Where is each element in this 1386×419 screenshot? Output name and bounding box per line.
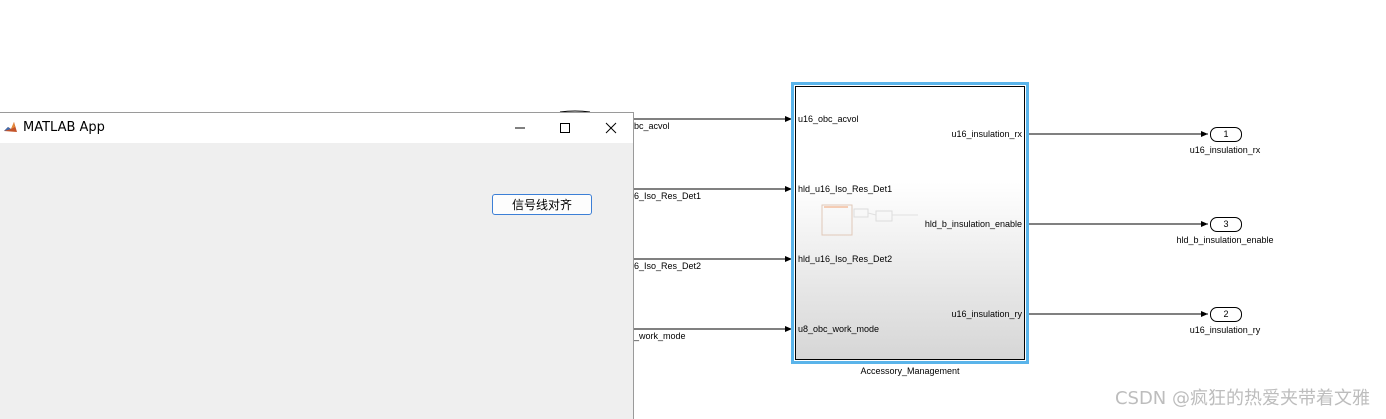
outport-block-3[interactable]: 3: [1210, 217, 1242, 232]
align-signal-lines-button[interactable]: 信号线对齐: [492, 194, 592, 215]
outport-block-1[interactable]: 1: [1210, 127, 1242, 142]
inport-label-2: hld_u16_Iso_Res_Det1: [798, 184, 893, 194]
inport-label-3: hld_u16_Iso_Res_Det2: [798, 254, 893, 264]
signal-label-in-1: bc_acvol: [634, 121, 670, 131]
close-icon: [605, 122, 617, 134]
outport-label-2: hld_b_insulation_enable: [924, 219, 1022, 229]
outport-name-1: u16_insulation_rx: [1189, 145, 1261, 155]
signal-label-in-2: 6_Iso_Res_Det1: [634, 191, 702, 201]
watermark: CSDN @疯狂的热爱夹带着文雅: [1114, 388, 1370, 409]
outport-block-2[interactable]: 2: [1210, 307, 1242, 322]
minimize-button[interactable]: [497, 113, 543, 143]
outport-label-3: u16_insulation_ry: [951, 309, 1022, 319]
signal-label-in-3: 6_Iso_Res_Det2: [634, 261, 702, 271]
maximize-icon: [560, 123, 570, 133]
subsystem-thumbnail-icon: [821, 204, 918, 236]
outport-label-1: u16_insulation_rx: [951, 129, 1022, 139]
subsystem-name: Accessory_Management: [860, 366, 960, 376]
window-titlebar[interactable]: MATLAB App: [0, 113, 633, 143]
matlab-app-window[interactable]: MATLAB App 信号线对齐: [0, 112, 634, 419]
outport-name-3: hld_b_insulation_enable: [1176, 235, 1274, 245]
matlab-logo-icon: [3, 120, 18, 135]
inport-label-4: u8_obc_work_mode: [798, 324, 880, 334]
close-button[interactable]: [588, 113, 634, 143]
maximize-button[interactable]: [542, 113, 588, 143]
window-title: MATLAB App: [23, 120, 105, 135]
outport-name-2: u16_insulation_ry: [1189, 325, 1261, 335]
inport-label-1: u16_obc_acvol: [798, 114, 859, 124]
signal-label-in-4: _work_mode: [634, 331, 686, 341]
minimize-icon: [515, 127, 525, 129]
